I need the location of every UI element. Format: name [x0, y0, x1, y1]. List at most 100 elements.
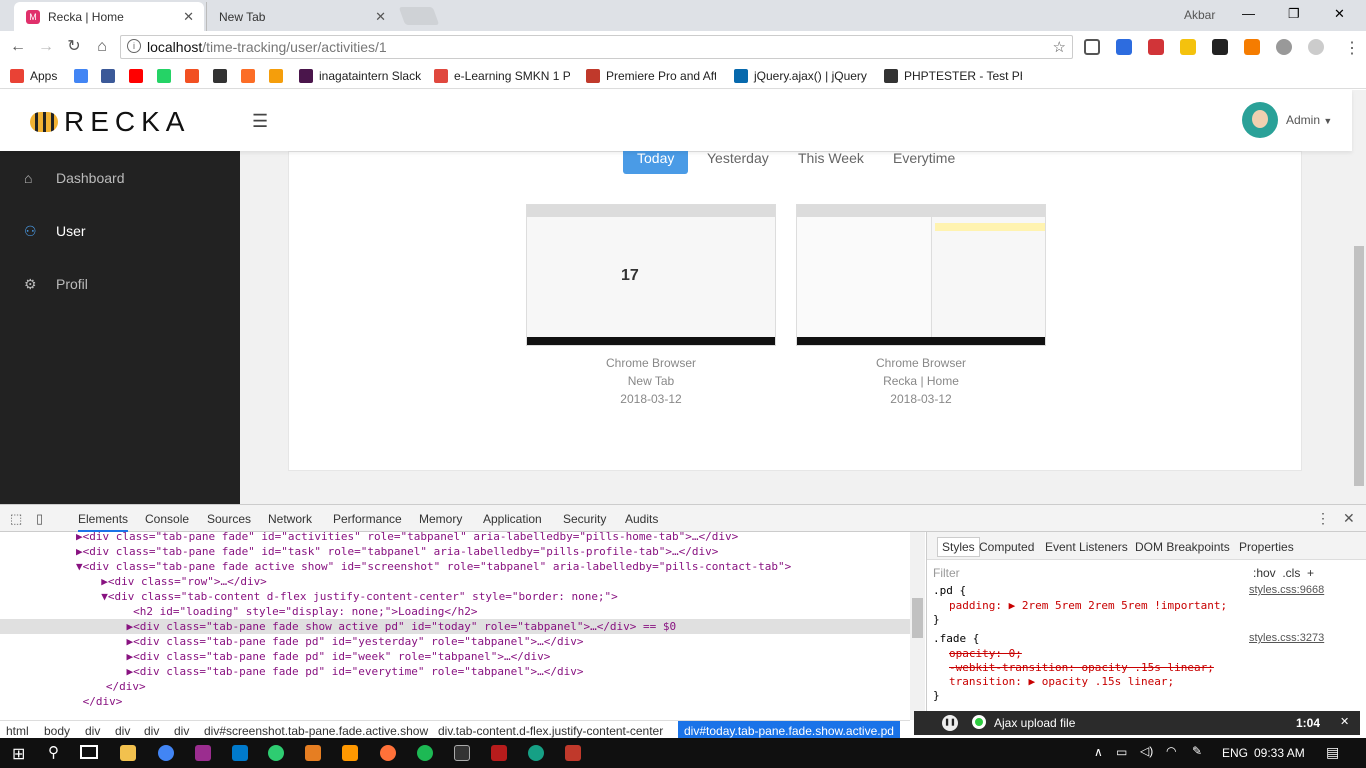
browser-tab-recka[interactable]: M Recka | Home ✕ [14, 2, 204, 31]
styles-tab-properties[interactable]: Properties [1239, 540, 1294, 554]
inspect-icon[interactable]: ⬚ [10, 511, 22, 527]
devtools-tab-application[interactable]: Application [483, 512, 542, 526]
app-icon[interactable] [268, 745, 284, 761]
dom-node-line[interactable]: <h2 id="loading" style="display: none;">… [0, 604, 910, 619]
sublime-icon[interactable] [342, 745, 358, 761]
bookmark-elearning[interactable]: e-Learning SMKN 1 P [434, 68, 570, 84]
bookmark-phptester[interactable]: PHPTESTER - Test PHP [884, 68, 1022, 84]
styles-tab-event-listeners[interactable]: Event Listeners [1045, 540, 1128, 554]
browser-tab-newtab[interactable]: New Tab ✕ [206, 2, 396, 31]
firefox-icon[interactable] [380, 745, 396, 761]
app-icon[interactable] [305, 745, 321, 761]
devtools-tab-sources[interactable]: Sources [207, 512, 251, 526]
app-icon[interactable] [528, 745, 544, 761]
breadcrumb-item[interactable]: html [6, 724, 29, 738]
clock[interactable]: 09:33 AM [1254, 746, 1305, 760]
new-tab-button[interactable] [398, 7, 440, 25]
app-icon[interactable] [565, 745, 581, 761]
ext-icon[interactable] [1244, 39, 1260, 55]
sidebar-item-user[interactable]: ⚇ User [0, 211, 240, 251]
breadcrumb-item[interactable]: body [44, 724, 70, 738]
breadcrumb-item[interactable]: div.tab-content.d-flex.justify-content-c… [438, 724, 663, 738]
bookmark-phpmyadmin[interactable] [269, 68, 285, 84]
devtools-tab-memory[interactable]: Memory [419, 512, 462, 526]
language-indicator[interactable]: ENG [1222, 746, 1248, 760]
tab-close-icon[interactable]: ✕ [375, 9, 386, 25]
screenshot-thumbnail[interactable] [796, 204, 1046, 346]
dom-node-line[interactable]: ▼<div class="tab-content d-flex justify-… [0, 589, 910, 604]
ext-icon[interactable] [1276, 39, 1292, 55]
bookmark-apps[interactable]: Apps [10, 68, 66, 84]
profile-name[interactable]: Akbar [1184, 8, 1215, 22]
bookmark-jquery[interactable]: jQuery.ajax() | jQuery [734, 68, 870, 84]
minimize-icon[interactable]: — [1242, 6, 1255, 21]
tab-close-icon[interactable]: ✕ [183, 9, 194, 25]
back-icon[interactable]: ← [8, 37, 28, 57]
dom-node-line[interactable]: </div> [0, 679, 910, 694]
styles-tab-styles[interactable]: Styles [937, 537, 980, 557]
css-rule-selector[interactable]: .fade { [933, 632, 979, 645]
bookmark-windows[interactable] [185, 68, 201, 84]
bookmark-whatsapp[interactable] [157, 68, 173, 84]
devtools-tab-network[interactable]: Network [268, 512, 312, 526]
dom-scrollbar[interactable] [910, 532, 925, 720]
chrome-icon[interactable] [158, 745, 174, 761]
home-icon[interactable]: ⌂ [92, 37, 112, 57]
pen-icon[interactable]: ✎ [1192, 744, 1202, 758]
tray-chevron-icon[interactable]: ∧ [1094, 745, 1103, 759]
toast-close-icon[interactable]: ✕ [1340, 715, 1349, 728]
bookmark-slack[interactable]: inagataintern Slack [299, 68, 423, 84]
scrollbar-thumb[interactable] [1354, 246, 1364, 486]
ext-icon[interactable] [1180, 39, 1196, 55]
page-scrollbar[interactable] [1352, 90, 1366, 504]
hamburger-menu-icon[interactable]: ☰ [252, 111, 268, 132]
css-source-link[interactable]: styles.css:3273 [1249, 632, 1324, 644]
notifications-icon[interactable]: ▤ [1326, 744, 1339, 761]
dom-node-line[interactable]: </div> [0, 694, 910, 709]
devtools-tab-security[interactable]: Security [563, 512, 606, 526]
bookmark-star-icon[interactable]: ☆ [1053, 38, 1066, 56]
dom-node-line[interactable]: ▼<div class="tab-pane fade active show" … [0, 559, 910, 574]
file-explorer-icon[interactable] [120, 745, 136, 761]
pause-button[interactable]: ❚❚ [942, 715, 958, 731]
avatar[interactable] [1242, 102, 1278, 138]
bookmark-google[interactable] [74, 68, 90, 84]
breadcrumb-item[interactable]: div#screenshot.tab-pane.fade.active.show [204, 724, 428, 738]
task-view-icon[interactable] [80, 745, 98, 759]
breadcrumb-item[interactable]: div [174, 724, 189, 738]
css-declaration[interactable]: transition: ▶ opacity .15s linear; [949, 675, 1174, 688]
sidebar-item-dashboard[interactable]: ⌂ Dashboard [0, 158, 240, 198]
device-toggle-icon[interactable]: ▯ [36, 511, 43, 527]
bookmark-facebook[interactable] [101, 68, 117, 84]
dom-node-line[interactable]: ▶<div class="row">…</div> [0, 574, 910, 589]
spotify-icon[interactable] [417, 745, 433, 761]
screenshot-thumbnail[interactable]: 17 [526, 204, 776, 346]
css-rule-selector[interactable]: .pd { [933, 584, 966, 597]
volume-icon[interactable]: ◁) [1140, 744, 1153, 758]
ext-icon[interactable] [1212, 39, 1228, 55]
maximize-icon[interactable]: ❐ [1288, 6, 1300, 22]
dom-node-line[interactable]: ▶<div class="tab-pane fade pd" id="every… [0, 664, 910, 679]
css-source-link[interactable]: styles.css:9668 [1249, 584, 1324, 596]
dom-node-line[interactable]: ▶<div class="tab-pane fade pd" id="yeste… [0, 634, 910, 649]
styles-tab-computed[interactable]: Computed [979, 540, 1034, 554]
css-declaration[interactable]: padding: ▶ 2rem 5rem 2rem 5rem !importan… [949, 599, 1227, 612]
bookmark-github[interactable] [213, 68, 229, 84]
address-bar[interactable]: i localhost/time-tracking/user/activitie… [120, 35, 1073, 59]
styles-tab-dom-breakpoints[interactable]: DOM Breakpoints [1135, 540, 1230, 554]
info-icon[interactable]: i [127, 39, 141, 53]
breadcrumb-item[interactable]: div [115, 724, 130, 738]
terminal-icon[interactable] [454, 745, 470, 761]
dom-node-line[interactable]: ▶<div class="tab-pane fade show active p… [0, 619, 910, 634]
wifi-icon[interactable]: ◠ [1166, 744, 1176, 758]
windows-start-icon[interactable]: ⊞ [12, 744, 25, 764]
bookmark-gitlab[interactable] [241, 68, 257, 84]
dom-node-line[interactable]: ▶<div class="tab-pane fade pd" id="week"… [0, 649, 910, 664]
search-icon[interactable]: ⚲ [48, 743, 59, 761]
dom-node-line[interactable]: ▶<div class="tab-pane fade" id="task" ro… [0, 544, 910, 559]
download-icon[interactable] [1084, 39, 1100, 55]
ext-icon[interactable] [1148, 39, 1164, 55]
bookmark-premiere[interactable]: Premiere Pro and Aft [586, 68, 716, 84]
css-declaration[interactable]: opacity: 0; [949, 647, 1022, 660]
breadcrumb-item[interactable]: div [85, 724, 100, 738]
